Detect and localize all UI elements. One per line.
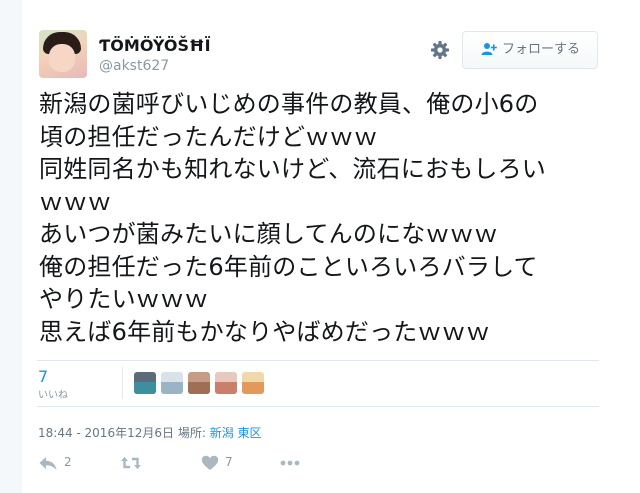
tweet-timestamp[interactable]: 18:44 - 2016年12月6日 — [38, 426, 174, 440]
liker-avatar[interactable] — [188, 372, 210, 394]
retweet-icon — [121, 456, 141, 469]
gear-icon[interactable] — [429, 40, 451, 62]
reply-count: 2 — [64, 455, 72, 469]
location-prefix: 場所: — [177, 426, 206, 440]
user-display-name[interactable]: ƬÖṀÖŸÖŠĦÏ — [99, 36, 211, 55]
follow-button-label: フォローする — [501, 42, 580, 57]
like-button[interactable]: 7 — [201, 452, 233, 472]
liker-avatar[interactable] — [242, 372, 264, 394]
stats-divider-bottom — [37, 406, 599, 407]
likes-count[interactable]: 7 — [38, 367, 48, 386]
avatar[interactable] — [39, 30, 87, 78]
retweet-button[interactable] — [120, 452, 148, 472]
left-page-margin — [0, 0, 22, 493]
location-link[interactable]: 新潟 東区 — [210, 426, 262, 440]
reply-icon — [39, 456, 57, 470]
like-count: 7 — [225, 455, 233, 469]
liker-avatar[interactable] — [134, 372, 156, 394]
avatar-face — [49, 44, 75, 72]
likes-label[interactable]: いいね — [38, 386, 68, 401]
user-handle[interactable]: @akst627 — [99, 58, 169, 74]
tweet-text: 新潟の菌呼びいじめの事件の教員、俺の小6の 頃の担任だったんだけどｗｗｗ 同姓同… — [39, 90, 546, 346]
more-button[interactable] — [279, 452, 301, 472]
reply-button[interactable]: 2 — [38, 452, 72, 472]
more-icon — [280, 460, 300, 465]
user-plus-icon — [481, 42, 497, 55]
tweet-meta: 18:44 - 2016年12月6日 場所: 新潟 東区 — [38, 424, 262, 441]
liker-avatar[interactable] — [161, 372, 183, 394]
heart-icon — [201, 455, 219, 470]
stats-separator — [122, 367, 123, 399]
follow-button[interactable]: フォローする — [462, 31, 598, 69]
liker-avatar[interactable] — [215, 372, 237, 394]
stats-divider-top — [37, 360, 599, 361]
